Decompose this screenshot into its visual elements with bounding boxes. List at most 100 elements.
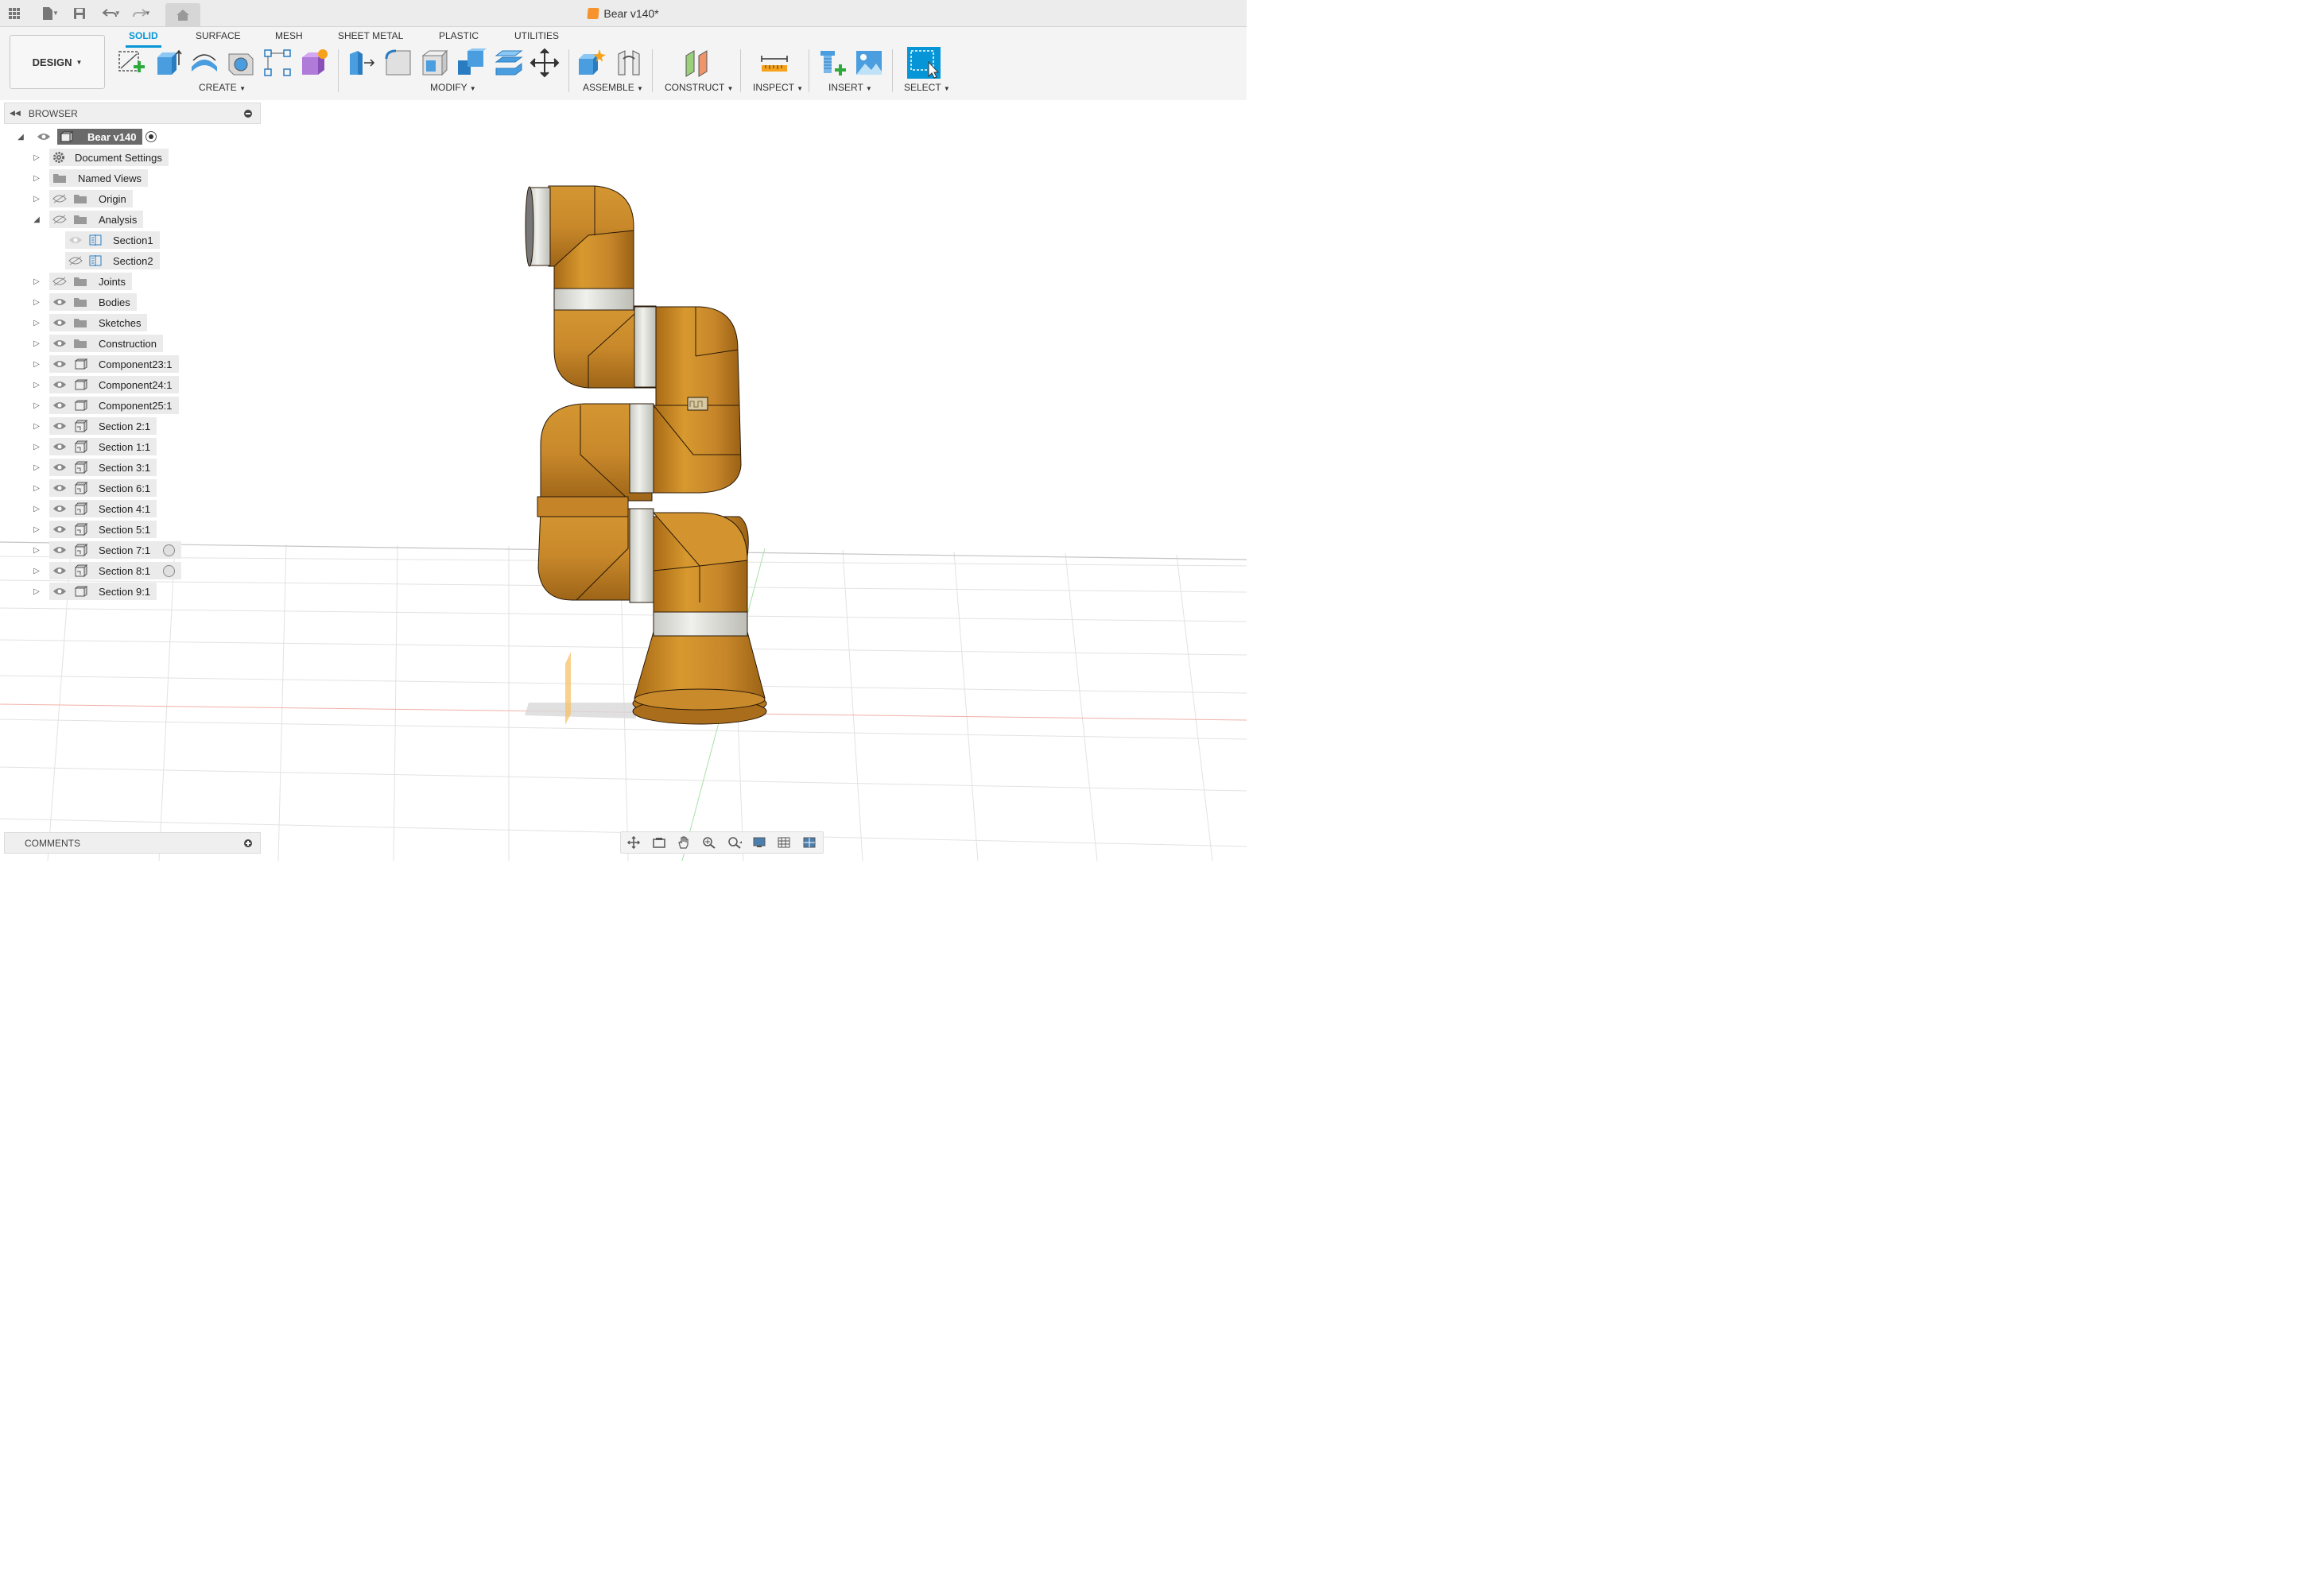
create-form-icon[interactable] bbox=[299, 48, 329, 78]
workspace-switcher[interactable]: DESIGN ▼ bbox=[10, 35, 105, 89]
insert-mcmaster-icon[interactable] bbox=[817, 48, 848, 78]
expand-triangle-icon[interactable]: ▷ bbox=[32, 546, 41, 555]
expand-triangle-icon[interactable]: ▷ bbox=[32, 277, 41, 286]
tree-item-section-9-1[interactable]: ▷ Section 9:1 bbox=[32, 583, 181, 600]
visibility-eye-icon[interactable] bbox=[52, 442, 67, 451]
tree-item-section-4-1[interactable]: ▷ Section 4:1 bbox=[32, 500, 181, 517]
expand-triangle-icon[interactable]: ▷ bbox=[32, 463, 41, 472]
expand-triangle-icon[interactable]: ▷ bbox=[32, 319, 41, 327]
expand-triangle-icon[interactable]: ▷ bbox=[32, 195, 41, 203]
tree-item-section2[interactable]: Section2 bbox=[65, 252, 181, 269]
assemble-menu[interactable]: ASSEMBLE ▼ bbox=[583, 82, 643, 93]
grid-settings-icon[interactable] bbox=[777, 836, 793, 849]
joint-icon[interactable] bbox=[614, 48, 644, 78]
tree-item-section-6-1[interactable]: ▷ Section 6:1 bbox=[32, 479, 181, 497]
expand-triangle-icon[interactable]: ◢ bbox=[16, 133, 25, 141]
insert-canvas-icon[interactable] bbox=[854, 48, 884, 78]
tree-item-sketches[interactable]: ▷ Sketches bbox=[32, 314, 181, 331]
visibility-eye-icon[interactable] bbox=[52, 566, 67, 575]
expand-triangle-icon[interactable]: ▷ bbox=[32, 505, 41, 513]
visibility-hidden-icon[interactable] bbox=[52, 215, 67, 224]
visibility-eye-icon[interactable] bbox=[52, 587, 67, 596]
document-title[interactable]: Bear v140* bbox=[603, 7, 658, 20]
create-sketch-icon[interactable] bbox=[116, 48, 146, 78]
browser-panel-header[interactable]: ◀◀ BROWSER bbox=[4, 103, 261, 124]
tree-item-named-views[interactable]: ▷ Named Views bbox=[32, 169, 181, 187]
tree-item-component23[interactable]: ▷ Component23:1 bbox=[32, 355, 181, 373]
expand-triangle-icon[interactable]: ▷ bbox=[32, 174, 41, 183]
canvas-viewport[interactable] bbox=[0, 100, 1247, 861]
visibility-eye-icon[interactable] bbox=[52, 318, 67, 327]
expand-triangle-icon[interactable]: ▷ bbox=[32, 298, 41, 307]
home-tab[interactable] bbox=[165, 3, 200, 26]
visibility-eye-icon[interactable] bbox=[52, 483, 67, 493]
expand-triangle-icon[interactable]: ▷ bbox=[32, 525, 41, 534]
extrude-icon[interactable] bbox=[153, 48, 183, 78]
tree-item-section-3-1[interactable]: ▷ Section 3:1 bbox=[32, 459, 181, 476]
tab-solid[interactable]: SOLID bbox=[126, 30, 161, 48]
tab-sheet-metal[interactable]: SHEET METAL bbox=[338, 30, 403, 41]
look-at-icon[interactable] bbox=[651, 836, 667, 849]
press-pull-icon[interactable] bbox=[347, 48, 377, 78]
save-icon[interactable] bbox=[68, 2, 91, 25]
expand-triangle-icon[interactable]: ▷ bbox=[32, 381, 41, 389]
tab-plastic[interactable]: PLASTIC bbox=[439, 30, 479, 41]
modify-menu[interactable]: MODIFY ▼ bbox=[430, 82, 476, 93]
visibility-eye-icon[interactable] bbox=[68, 235, 83, 245]
move-copy-icon[interactable] bbox=[530, 48, 560, 78]
fillet-icon[interactable] bbox=[383, 48, 413, 78]
create-menu[interactable]: CREATE ▼ bbox=[199, 82, 246, 93]
add-comment-icon[interactable] bbox=[244, 839, 252, 847]
viewports-icon[interactable] bbox=[802, 836, 818, 849]
chevron-down-icon[interactable]: ▼ bbox=[145, 10, 151, 17]
visibility-hidden-icon[interactable] bbox=[68, 256, 83, 265]
offset-plane-icon[interactable] bbox=[681, 48, 712, 78]
chevron-down-icon[interactable]: ▼ bbox=[114, 10, 121, 17]
tree-item-joints[interactable]: ▷ Joints bbox=[32, 273, 181, 290]
tree-item-section-8-1[interactable]: ▷ Section 8:1 bbox=[32, 562, 182, 579]
tree-item-section-2-1[interactable]: ▷ Section 2:1 bbox=[32, 417, 181, 435]
tab-mesh[interactable]: MESH bbox=[275, 30, 303, 41]
chevron-down-icon[interactable]: ▼ bbox=[52, 10, 59, 17]
activate-radio-icon[interactable] bbox=[145, 131, 157, 142]
insert-menu[interactable]: INSERT ▼ bbox=[828, 82, 872, 93]
tree-item-component24[interactable]: ▷ Component24:1 bbox=[32, 376, 181, 393]
expand-triangle-icon[interactable]: ▷ bbox=[32, 339, 41, 348]
visibility-eye-icon[interactable] bbox=[52, 525, 67, 534]
tree-item-analysis[interactable]: ◢ Analysis bbox=[32, 211, 181, 228]
visibility-eye-icon[interactable] bbox=[52, 297, 67, 307]
expand-triangle-icon[interactable]: ▷ bbox=[32, 484, 41, 493]
activate-radio-icon[interactable] bbox=[163, 544, 176, 556]
construct-menu[interactable]: CONSTRUCT ▼ bbox=[665, 82, 733, 93]
expand-triangle-icon[interactable]: ▷ bbox=[32, 587, 41, 596]
visibility-eye-icon[interactable] bbox=[37, 132, 51, 141]
orbit-icon[interactable] bbox=[626, 836, 642, 849]
pan-hand-icon[interactable] bbox=[676, 836, 692, 849]
visibility-hidden-icon[interactable] bbox=[52, 194, 67, 203]
visibility-hidden-icon[interactable] bbox=[52, 277, 67, 286]
select-icon[interactable] bbox=[906, 46, 941, 79]
visibility-eye-icon[interactable] bbox=[52, 359, 67, 369]
select-menu[interactable]: SELECT ▼ bbox=[904, 82, 950, 93]
robot-arm-model[interactable] bbox=[525, 185, 767, 725]
visibility-eye-icon[interactable] bbox=[52, 401, 67, 410]
pattern-icon[interactable] bbox=[262, 48, 293, 78]
comments-panel-header[interactable]: COMMENTS bbox=[4, 832, 261, 854]
visibility-eye-icon[interactable] bbox=[52, 463, 67, 472]
expand-triangle-icon[interactable]: ▷ bbox=[32, 443, 41, 451]
tree-item-origin[interactable]: ▷ Origin bbox=[32, 190, 181, 207]
revolve-icon[interactable] bbox=[189, 48, 219, 78]
combine-icon[interactable] bbox=[456, 48, 487, 78]
collapse-panel-icon[interactable]: ◀◀ bbox=[10, 109, 21, 118]
hole-icon[interactable] bbox=[226, 48, 256, 78]
expand-triangle-icon[interactable]: ▷ bbox=[32, 153, 41, 162]
offset-face-icon[interactable] bbox=[493, 48, 523, 78]
tree-item-section-5-1[interactable]: ▷ Section 5:1 bbox=[32, 521, 181, 538]
tab-surface[interactable]: SURFACE bbox=[196, 30, 241, 41]
expand-triangle-icon[interactable]: ▷ bbox=[32, 567, 41, 575]
display-settings-icon[interactable] bbox=[752, 836, 768, 849]
app-grid-icon[interactable] bbox=[3, 2, 25, 25]
tree-item-component25[interactable]: ▷ Component25:1 bbox=[32, 397, 181, 414]
tree-item-section-1-1[interactable]: ▷ Section 1:1 bbox=[32, 438, 181, 455]
tree-item-section1[interactable]: Section1 bbox=[65, 231, 181, 249]
